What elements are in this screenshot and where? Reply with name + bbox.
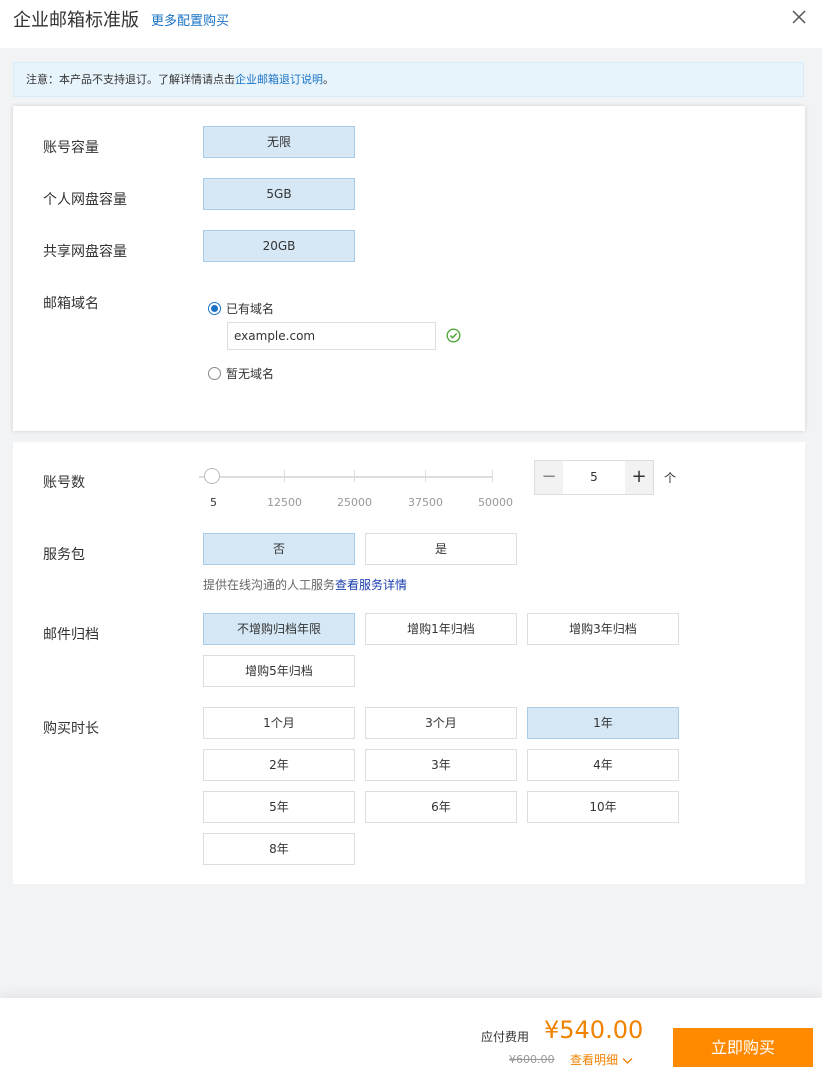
duration-option[interactable]: 10年 <box>527 791 679 823</box>
check-circle-icon <box>446 328 461 343</box>
account-count-input[interactable] <box>563 461 625 494</box>
shared-disk-value: 20GB <box>203 230 355 262</box>
duration-option[interactable]: 4年 <box>527 749 679 781</box>
slider-tick <box>492 470 493 482</box>
refund-policy-link[interactable]: 企业邮箱退订说明 <box>235 73 323 86</box>
archive-option[interactable]: 增购1年归档 <box>365 613 517 645</box>
service-option-yes[interactable]: 是 <box>365 533 517 565</box>
original-price: ¥600.00 <box>509 1053 555 1066</box>
fee-label: 应付费用 <box>481 1030 530 1044</box>
view-detail-text: 查看明细 <box>570 1053 619 1067</box>
tick-label: 5 <box>210 496 217 509</box>
account-count-label: 账号数 <box>43 475 85 491</box>
total-price: ¥540.00 <box>544 1016 644 1044</box>
duration-label: 购买时长 <box>43 721 99 737</box>
spec-panel: 账号容量 无限 个人网盘容量 5GB 共享网盘容量 20GB 邮箱域名 已有域名… <box>13 106 805 431</box>
chevron-down-icon <box>622 1057 633 1064</box>
service-label: 服务包 <box>43 547 85 563</box>
view-detail-link[interactable]: 查看明细 <box>570 1051 633 1068</box>
archive-option[interactable]: 增购3年归档 <box>527 613 679 645</box>
tick-label: 50000 <box>478 496 513 509</box>
shared-disk-label: 共享网盘容量 <box>43 244 127 260</box>
duration-option[interactable]: 1个月 <box>203 707 355 739</box>
domain-input[interactable] <box>227 322 436 350</box>
slider-tick <box>425 470 426 482</box>
account-stepper: − + <box>534 460 654 495</box>
checkout-footer: 应付费用 ¥540.00 ¥600.00 查看明细 立即购买 <box>0 998 822 1075</box>
duration-option[interactable]: 2年 <box>203 749 355 781</box>
notice-banner: 注意：本产品不支持退订。了解详情请点击企业邮箱退订说明。 <box>13 62 804 97</box>
slider-tick <box>354 470 355 482</box>
account-capacity-value: 无限 <box>203 126 355 158</box>
account-slider-handle[interactable] <box>204 468 220 484</box>
service-hint: 提供在线沟通的人工服务查看服务详情 <box>203 576 407 593</box>
service-detail-link[interactable]: 查看服务详情 <box>335 578 407 592</box>
duration-option[interactable]: 3年 <box>365 749 517 781</box>
duration-option[interactable]: 1年 <box>527 707 679 739</box>
personal-disk-label: 个人网盘容量 <box>43 192 127 208</box>
account-capacity-label: 账号容量 <box>43 140 99 156</box>
account-unit: 个 <box>664 471 677 485</box>
slider-tick <box>284 470 285 482</box>
notice-text: 注意：本产品不支持退订。了解详情请点击 <box>26 73 235 86</box>
duration-option[interactable]: 3个月 <box>365 707 517 739</box>
tick-label: 25000 <box>337 496 372 509</box>
tick-label: 12500 <box>267 496 302 509</box>
decrement-button[interactable]: − <box>535 461 563 494</box>
radio-has-domain[interactable] <box>208 302 221 315</box>
service-option-no[interactable]: 否 <box>203 533 355 565</box>
duration-option[interactable]: 5年 <box>203 791 355 823</box>
account-slider-track[interactable] <box>199 476 492 478</box>
duration-option[interactable]: 6年 <box>365 791 517 823</box>
domain-label: 邮箱域名 <box>43 296 99 312</box>
close-icon[interactable] <box>790 8 808 26</box>
notice-suffix: 。 <box>323 73 334 86</box>
tick-label: 37500 <box>408 496 443 509</box>
dialog-header: 企业邮箱标准版 更多配置购买 <box>0 0 822 48</box>
archive-option[interactable]: 增购5年归档 <box>203 655 355 687</box>
archive-label: 邮件归档 <box>43 627 99 643</box>
increment-button[interactable]: + <box>625 461 653 494</box>
more-config-link[interactable]: 更多配置购买 <box>151 10 229 29</box>
duration-option[interactable]: 8年 <box>203 833 355 865</box>
buy-now-button[interactable]: 立即购买 <box>673 1028 813 1067</box>
no-domain-label[interactable]: 暂无域名 <box>226 365 274 382</box>
radio-no-domain[interactable] <box>208 367 221 380</box>
personal-disk-value: 5GB <box>203 178 355 210</box>
page-title: 企业邮箱标准版 <box>13 10 139 31</box>
has-domain-label[interactable]: 已有域名 <box>226 300 274 317</box>
archive-option[interactable]: 不增购归档年限 <box>203 613 355 645</box>
service-hint-text: 提供在线沟通的人工服务 <box>203 578 336 592</box>
